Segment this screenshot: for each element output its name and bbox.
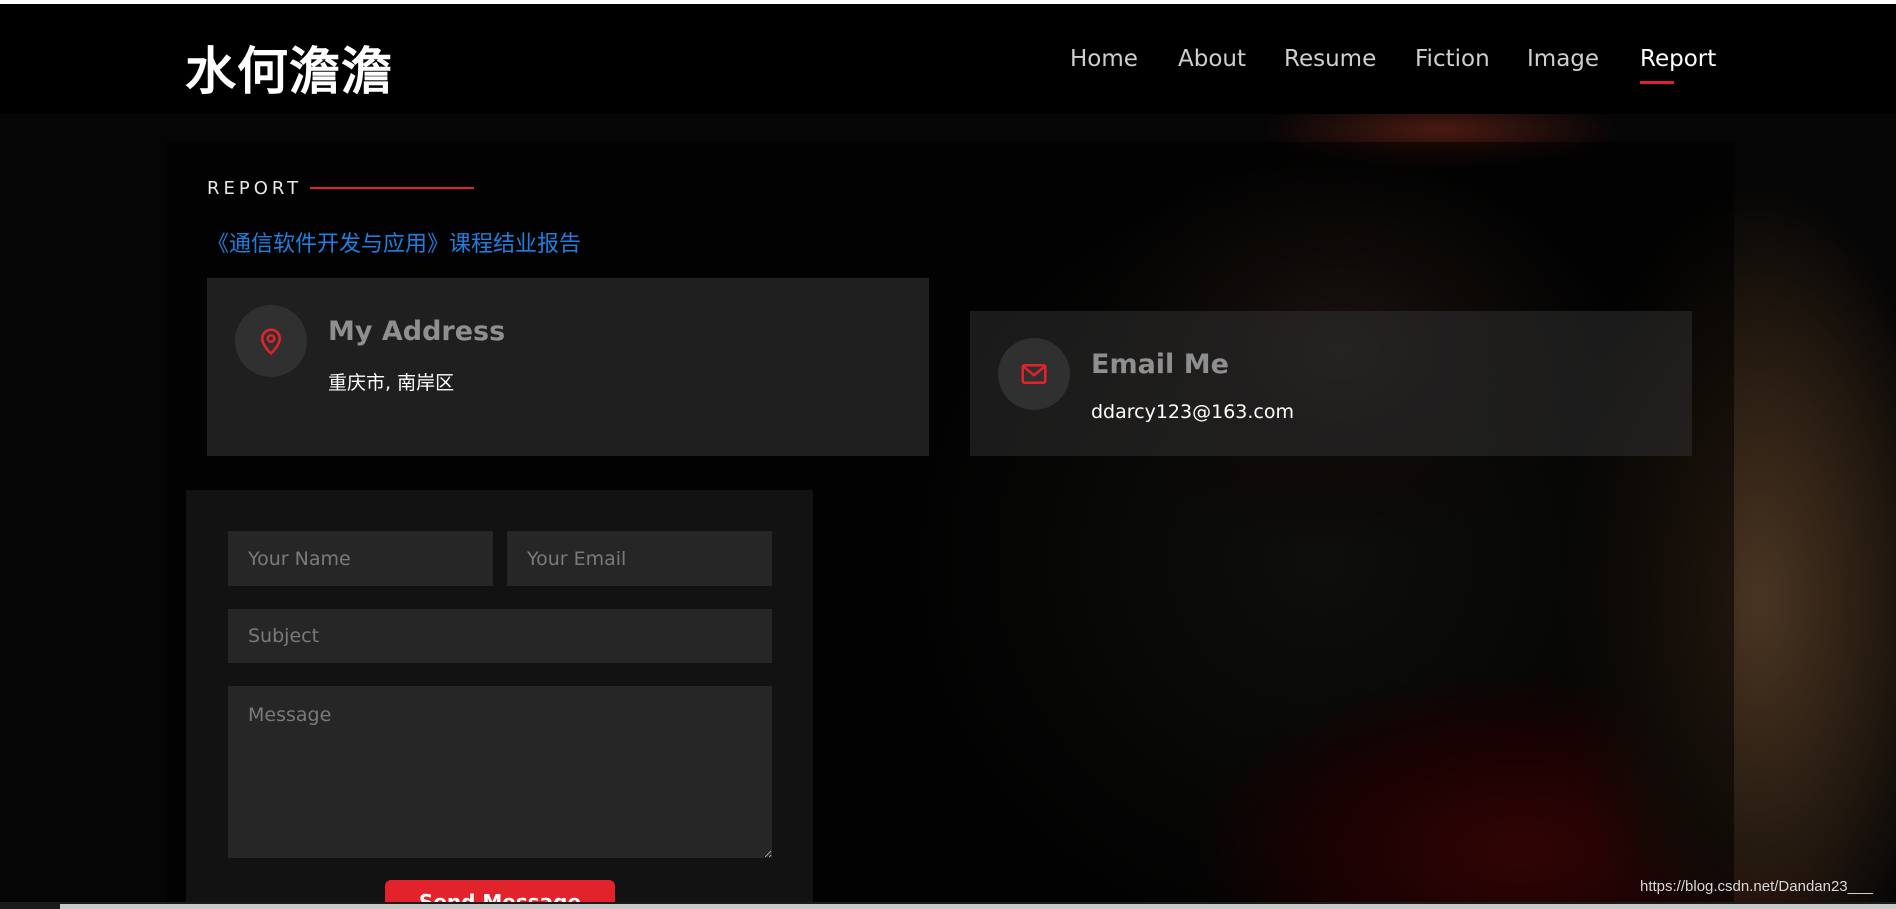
message-field[interactable] [228,686,772,858]
watermark-url: https://blog.csdn.net/Dandan23___ [1640,878,1873,895]
site-header: 水何澹澹 Home About Resume Fiction Image Rep… [0,4,1896,114]
email-card: Email Me ddarcy123@163.com [970,311,1692,456]
address-title: My Address [328,316,506,347]
nav-home[interactable]: Home [1070,46,1138,72]
envelope-icon [998,338,1070,410]
horizontal-scrollbar[interactable] [60,904,1896,909]
subject-field[interactable] [228,609,772,663]
nav-about[interactable]: About [1178,46,1246,72]
address-card: My Address 重庆市, 南岸区 [207,278,929,456]
nav-image[interactable]: Image [1527,46,1599,72]
report-link[interactable]: 《通信软件开发与应用》课程结业报告 [207,226,581,258]
nav-fiction[interactable]: Fiction [1415,46,1490,72]
email-value[interactable]: ddarcy123@163.com [1091,401,1294,423]
site-logo[interactable]: 水何澹澹 [185,30,393,104]
section-tag: REPORT [207,178,303,199]
name-field[interactable] [228,531,493,586]
nav-report[interactable]: Report [1640,46,1717,84]
nav-resume[interactable]: Resume [1284,46,1376,72]
address-value: 重庆市, 南岸区 [328,372,455,394]
section-divider [310,187,474,189]
email-title: Email Me [1091,349,1229,380]
nav-active-underline [1640,81,1674,84]
nav-report-label: Report [1640,46,1717,72]
location-pin-icon [235,305,307,377]
email-field[interactable] [507,531,772,586]
